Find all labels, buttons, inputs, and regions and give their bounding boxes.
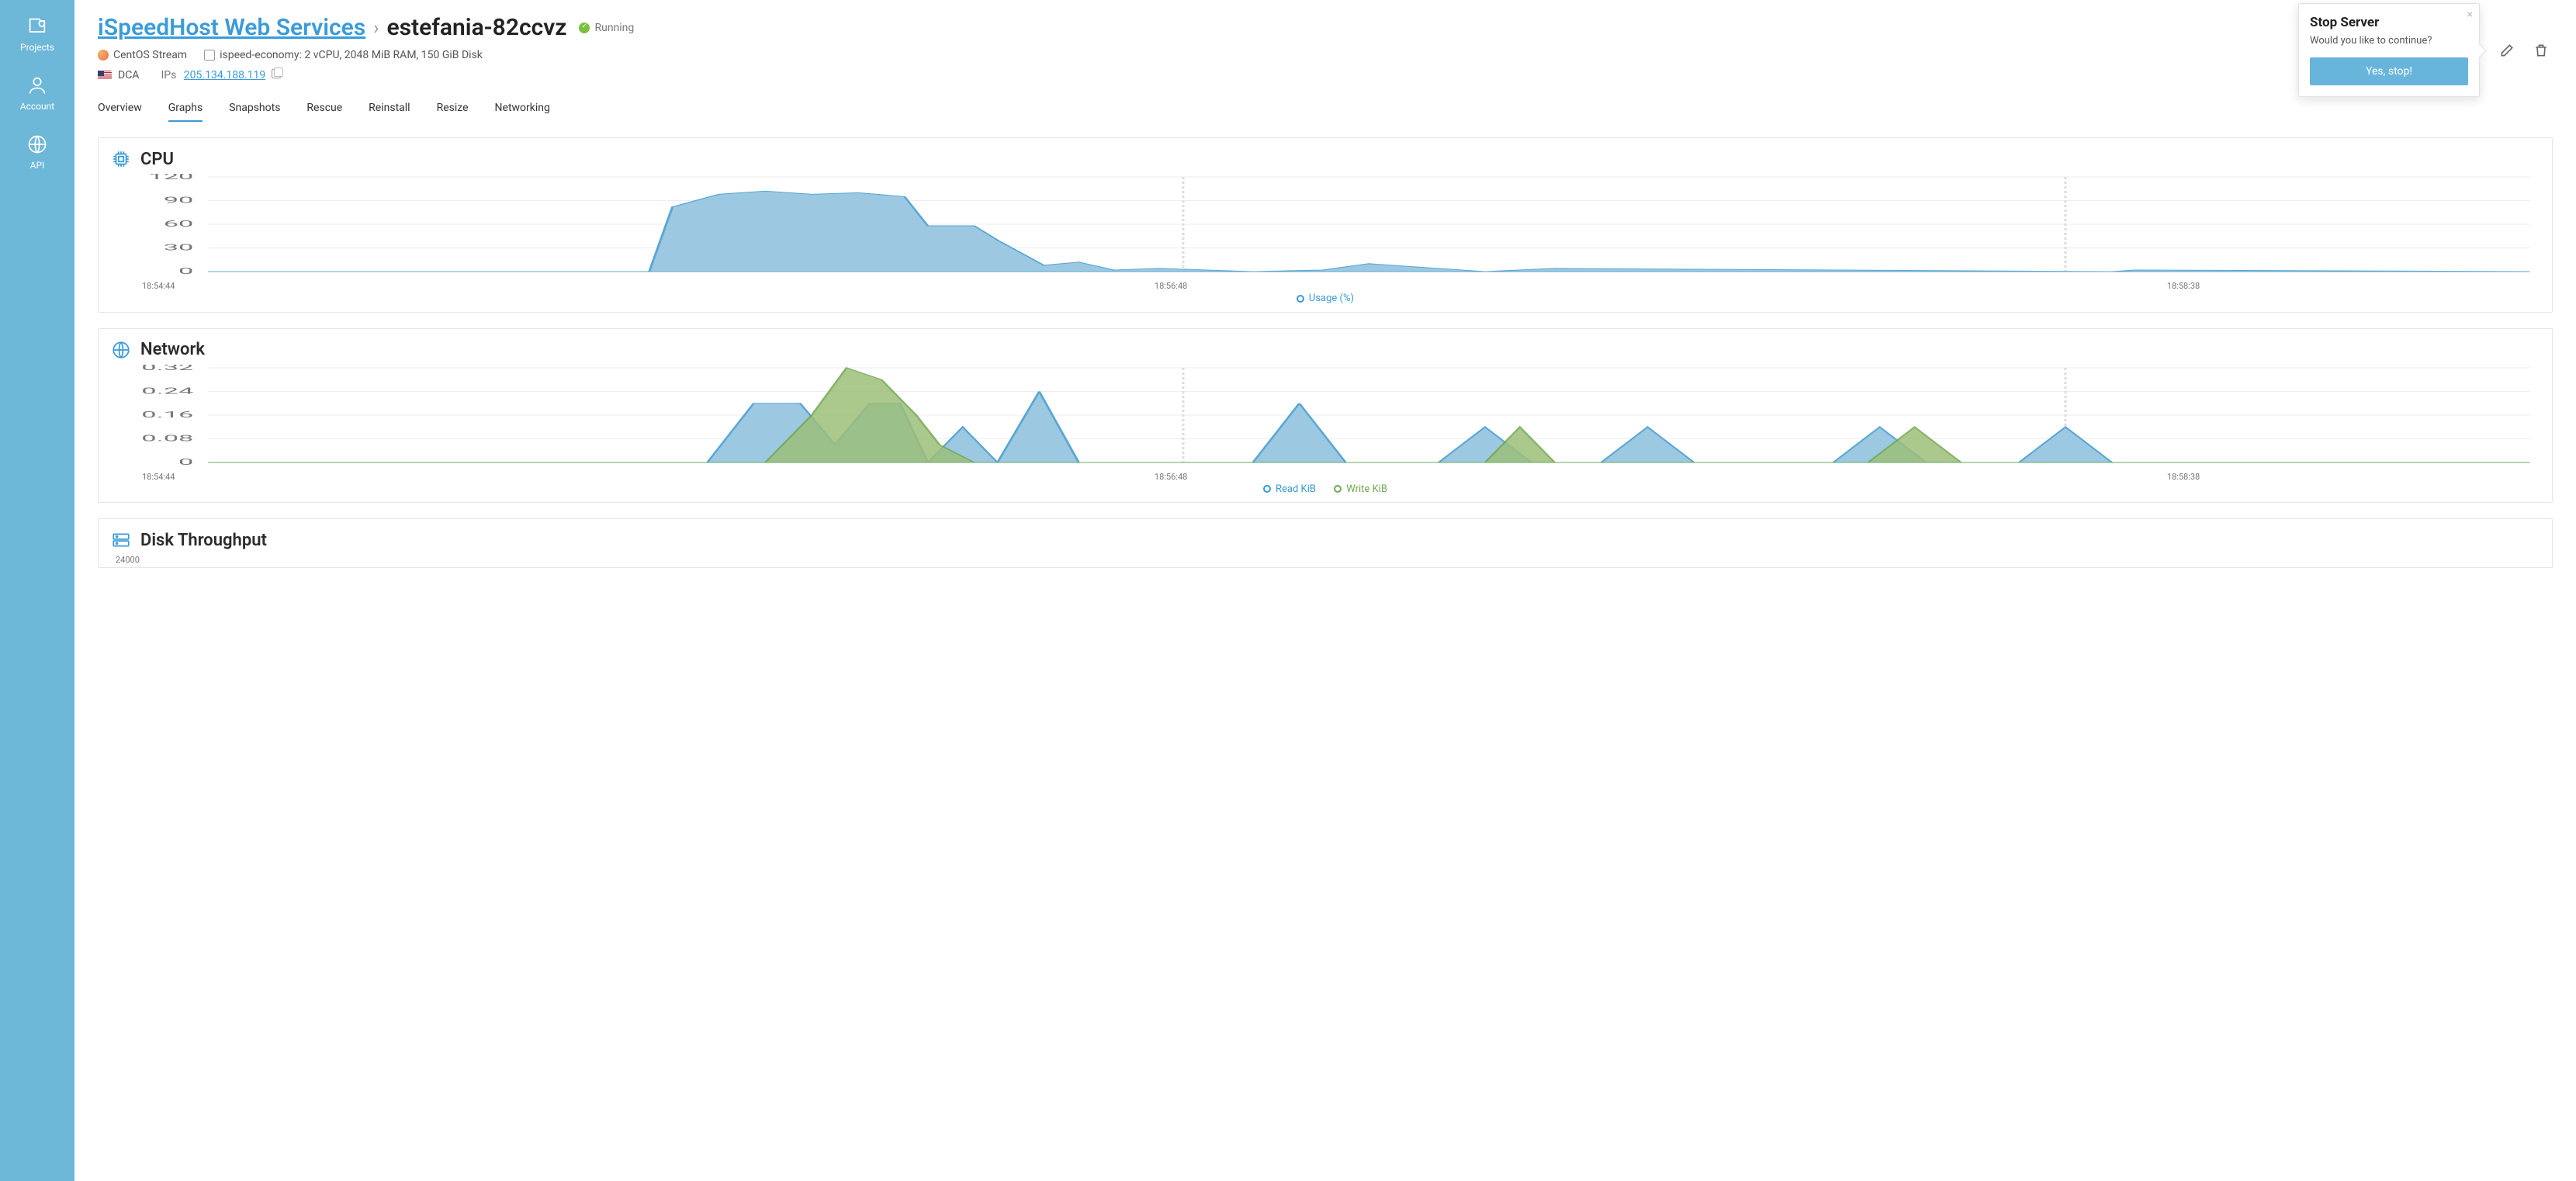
svg-text:0: 0 xyxy=(178,266,193,276)
svg-text:30: 30 xyxy=(164,243,194,253)
status-text: Running xyxy=(594,22,634,34)
os-chip: CentOS Stream xyxy=(98,49,187,61)
main-content: × Stop Server Would you like to continue… xyxy=(74,0,2576,1181)
server-meta-row-2: DCA IPs 205.134.188.119 xyxy=(98,69,2553,81)
svg-text:0.24: 0.24 xyxy=(141,386,193,396)
xaxis-tick: 18:54:44 xyxy=(142,281,175,291)
popover-confirm-button[interactable]: Yes, stop! xyxy=(2310,57,2468,85)
api-icon xyxy=(26,133,48,155)
disk-panel: Disk Throughput 24000 xyxy=(98,518,2553,568)
breadcrumb: iSpeedHost Web Services › estefania-82cc… xyxy=(98,14,2553,41)
svg-text:60: 60 xyxy=(164,219,194,229)
xaxis-tick: 18:56:48 xyxy=(1155,281,1187,291)
delete-server-button[interactable] xyxy=(2529,39,2553,62)
centos-icon xyxy=(98,50,109,61)
cpu-title: CPU xyxy=(140,150,174,169)
network-title: Network xyxy=(140,340,205,359)
region-code: DCA xyxy=(118,69,139,81)
ip-link[interactable]: 205.134.188.119 xyxy=(184,69,266,81)
cpu-legend: Usage (%) xyxy=(111,293,2540,306)
tab-snapshots[interactable]: Snapshots xyxy=(229,95,280,122)
trash-icon xyxy=(2533,43,2549,58)
sidebar-item-label: Account xyxy=(20,101,54,112)
region-chip: DCA xyxy=(98,69,139,81)
status-badge: Running xyxy=(579,22,634,34)
sidebar-item-projects[interactable]: Projects xyxy=(20,12,54,56)
cpu-xaxis: 18:54:44 18:56:48 18:58:38 xyxy=(111,281,2540,291)
xaxis-tick: 18:58:38 xyxy=(2167,281,2200,291)
network-panel: Network 0 0.08 0.16 0.24 0.32 18:54:44 18:56… xyxy=(98,328,2553,504)
us-flag-icon xyxy=(98,71,112,80)
tab-graphs[interactable]: Graphs xyxy=(168,95,203,122)
account-icon xyxy=(26,74,48,96)
disk-icon xyxy=(111,530,131,550)
network-chart: 0 0.08 0.16 0.24 0.32 18:54:44 18:56:48 18:5… xyxy=(111,365,2540,497)
legend-item[interactable]: Write KiB xyxy=(1334,483,1387,495)
popover-close-button[interactable]: × xyxy=(2467,9,2473,21)
globe-icon xyxy=(111,340,131,360)
cpu-panel: CPU 0 30 60 90 120 18:54:44 18:56:48 18:58:3… xyxy=(98,137,2553,313)
server-name: estefania-82ccvz xyxy=(386,14,566,41)
legend-label: Write KiB xyxy=(1346,483,1387,495)
tab-reinstall[interactable]: Reinstall xyxy=(369,95,410,122)
ips-block: IPs 205.134.188.119 xyxy=(161,69,280,81)
sidebar-item-label: API xyxy=(30,160,45,171)
server-meta-row-1: CentOS Stream ispeed-economy: 2 vCPU, 20… xyxy=(98,49,2553,61)
edit-server-button[interactable] xyxy=(2495,39,2519,62)
svg-text:0.32: 0.32 xyxy=(141,365,193,372)
sidebar: Projects Account API xyxy=(0,0,74,1181)
xaxis-tick: 18:56:48 xyxy=(1155,472,1187,482)
tab-rescue[interactable]: Rescue xyxy=(306,95,342,122)
svg-text:0: 0 xyxy=(178,457,193,467)
popover-title: Stop Server xyxy=(2310,15,2468,30)
tab-overview[interactable]: Overview xyxy=(98,95,142,122)
svg-text:0.08: 0.08 xyxy=(141,433,193,443)
tab-networking[interactable]: Networking xyxy=(495,95,550,122)
svg-text:90: 90 xyxy=(164,196,194,206)
network-legend: Read KiB Write KiB xyxy=(111,483,2540,497)
status-dot-icon xyxy=(579,23,590,33)
svg-text:120: 120 xyxy=(148,174,193,182)
legend-item[interactable]: Read KiB xyxy=(1263,483,1316,495)
legend-label: Read KiB xyxy=(1276,483,1316,495)
cpu-chart-svg: 0 30 60 90 120 xyxy=(111,174,2540,282)
disk-title: Disk Throughput xyxy=(140,531,267,550)
network-xaxis: 18:54:44 18:56:48 18:58:38 xyxy=(111,472,2540,482)
legend-label: Usage (%) xyxy=(1309,293,1354,304)
plan-icon xyxy=(204,50,215,61)
cpu-chart: 0 30 60 90 120 18:54:44 18:56:48 18:58:38 Us… xyxy=(111,174,2540,306)
cpu-icon xyxy=(111,149,131,169)
sidebar-item-label: Projects xyxy=(20,42,54,53)
plan-text: ispeed-economy: 2 vCPU, 2048 MiB RAM, 15… xyxy=(220,49,483,61)
xaxis-tick: 18:58:38 xyxy=(2167,472,2200,482)
sidebar-item-api[interactable]: API xyxy=(26,130,48,174)
os-name: CentOS Stream xyxy=(113,49,187,61)
edit-icon xyxy=(2499,43,2515,58)
copy-ip-button[interactable] xyxy=(272,69,281,78)
network-chart-svg: 0 0.08 0.16 0.24 0.32 xyxy=(111,365,2540,473)
legend-item[interactable]: Usage (%) xyxy=(1297,293,1354,304)
svg-text:0.16: 0.16 xyxy=(141,410,193,420)
disk-ytick: 24000 xyxy=(111,555,2540,565)
stop-server-popover: × Stop Server Would you like to continue… xyxy=(2298,3,2480,97)
breadcrumb-separator: › xyxy=(373,17,379,39)
plan-chip: ispeed-economy: 2 vCPU, 2048 MiB RAM, 15… xyxy=(204,49,483,61)
xaxis-tick: 18:54:44 xyxy=(142,472,175,482)
projects-icon xyxy=(26,16,48,37)
popover-body: Would you like to continue? xyxy=(2310,35,2468,47)
server-tabs: Overview Graphs Snapshots Rescue Reinsta… xyxy=(98,95,2553,122)
project-link[interactable]: iSpeedHost Web Services xyxy=(98,14,365,41)
disk-chart: 24000 xyxy=(111,555,2540,565)
sidebar-item-account[interactable]: Account xyxy=(20,71,54,115)
tab-resize[interactable]: Resize xyxy=(437,95,469,122)
ips-label: IPs xyxy=(161,69,176,81)
